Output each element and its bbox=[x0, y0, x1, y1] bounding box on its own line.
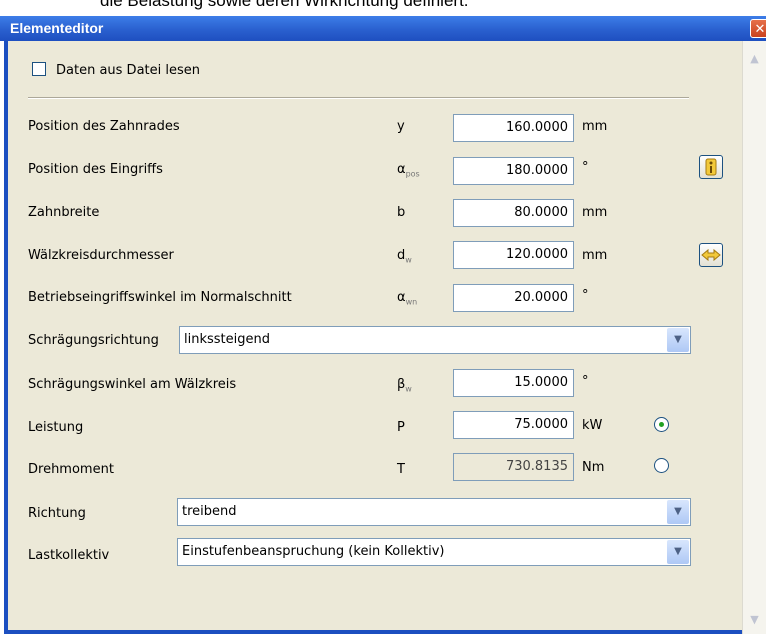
face-width-unit: mm bbox=[582, 205, 608, 220]
power-unit: kW bbox=[582, 418, 603, 433]
torque-unit: Nm bbox=[582, 460, 605, 475]
radio-selected-dot bbox=[659, 422, 664, 427]
chevron-down-icon[interactable]: ▼ bbox=[667, 328, 689, 352]
helix-direction-select[interactable]: linkssteigend ▼ bbox=[179, 326, 691, 354]
helix-direction-label: Schrägungsrichtung bbox=[28, 333, 159, 348]
swap-button[interactable] bbox=[699, 243, 723, 267]
load-spectrum-label: Lastkollektiv bbox=[28, 548, 110, 563]
helix-angle-unit: ° bbox=[582, 374, 589, 389]
pressure-angle-input[interactable]: 20.0000 bbox=[453, 284, 574, 312]
helix-angle-label: Schrägungswinkel am Wälzkreis bbox=[28, 377, 237, 392]
scroll-up-icon[interactable]: ▲ bbox=[747, 51, 762, 66]
pressure-angle-unit: ° bbox=[582, 288, 589, 303]
mesh-position-unit: ° bbox=[582, 160, 589, 175]
window-title: Elementeditor bbox=[10, 20, 104, 36]
face-width-input[interactable]: 80.0000 bbox=[453, 199, 574, 227]
power-input[interactable]: 75.0000 bbox=[453, 411, 574, 439]
gear-position-unit: mm bbox=[582, 119, 608, 134]
torque-input[interactable]: 730.8135 bbox=[453, 453, 574, 481]
separator bbox=[28, 97, 689, 99]
direction-label: Richtung bbox=[28, 506, 86, 521]
close-icon: ✕ bbox=[754, 22, 766, 37]
mesh-position-label: Position des Eingriffs bbox=[28, 162, 163, 177]
swap-arrows-icon bbox=[701, 248, 721, 262]
gear-position-label: Position des Zahnrades bbox=[28, 119, 180, 134]
gear-position-symbol: y bbox=[397, 119, 405, 134]
pressure-angle-symbol: αwn bbox=[397, 290, 418, 307]
read-from-file-checkbox[interactable] bbox=[32, 62, 46, 76]
helix-direction-value: linkssteigend bbox=[184, 332, 270, 347]
helix-angle-input[interactable]: 15.0000 bbox=[453, 369, 574, 397]
vertical-scrollbar[interactable]: ▲ ▼ bbox=[742, 41, 766, 634]
face-width-label: Zahnbreite bbox=[28, 205, 100, 220]
helix-angle-symbol: βw bbox=[397, 377, 412, 394]
chevron-down-icon[interactable]: ▼ bbox=[667, 540, 689, 564]
pitch-diameter-input[interactable]: 120.0000 bbox=[453, 241, 574, 269]
pressure-angle-label: Betriebseingriffswinkel im Normalschnitt bbox=[28, 290, 292, 305]
mesh-position-input[interactable]: 180.0000 bbox=[453, 157, 574, 185]
power-radio[interactable] bbox=[654, 417, 669, 432]
torque-symbol: T bbox=[397, 462, 405, 477]
direction-value: treibend bbox=[182, 504, 237, 519]
power-symbol: P bbox=[397, 420, 405, 435]
info-button[interactable] bbox=[699, 155, 723, 179]
face-width-symbol: b bbox=[397, 205, 406, 220]
torque-label: Drehmoment bbox=[28, 462, 114, 477]
pitch-diameter-label: Wälzkreisdurchmesser bbox=[28, 248, 174, 263]
info-icon bbox=[705, 158, 717, 176]
direction-select[interactable]: treibend ▼ bbox=[177, 498, 691, 526]
chevron-down-icon[interactable]: ▼ bbox=[667, 500, 689, 524]
read-from-file-label: Daten aus Datei lesen bbox=[56, 63, 200, 78]
scroll-down-icon[interactable]: ▼ bbox=[747, 612, 762, 627]
close-button[interactable]: ✕ bbox=[750, 19, 766, 38]
torque-radio[interactable] bbox=[654, 458, 669, 473]
background-text: die Belastung sowie deren Wirkrichtung d… bbox=[100, 0, 469, 10]
pitch-diameter-symbol: dw bbox=[397, 248, 412, 265]
load-spectrum-value: Einstufenbeanspruchung (kein Kollektiv) bbox=[182, 544, 445, 559]
gear-position-input[interactable]: 160.0000 bbox=[453, 114, 574, 142]
mesh-position-symbol: αpos bbox=[397, 162, 420, 179]
title-bar: Elementeditor ✕ bbox=[0, 16, 766, 41]
load-spectrum-select[interactable]: Einstufenbeanspruchung (kein Kollektiv) … bbox=[177, 538, 691, 566]
power-label: Leistung bbox=[28, 420, 84, 435]
pitch-diameter-unit: mm bbox=[582, 248, 608, 263]
